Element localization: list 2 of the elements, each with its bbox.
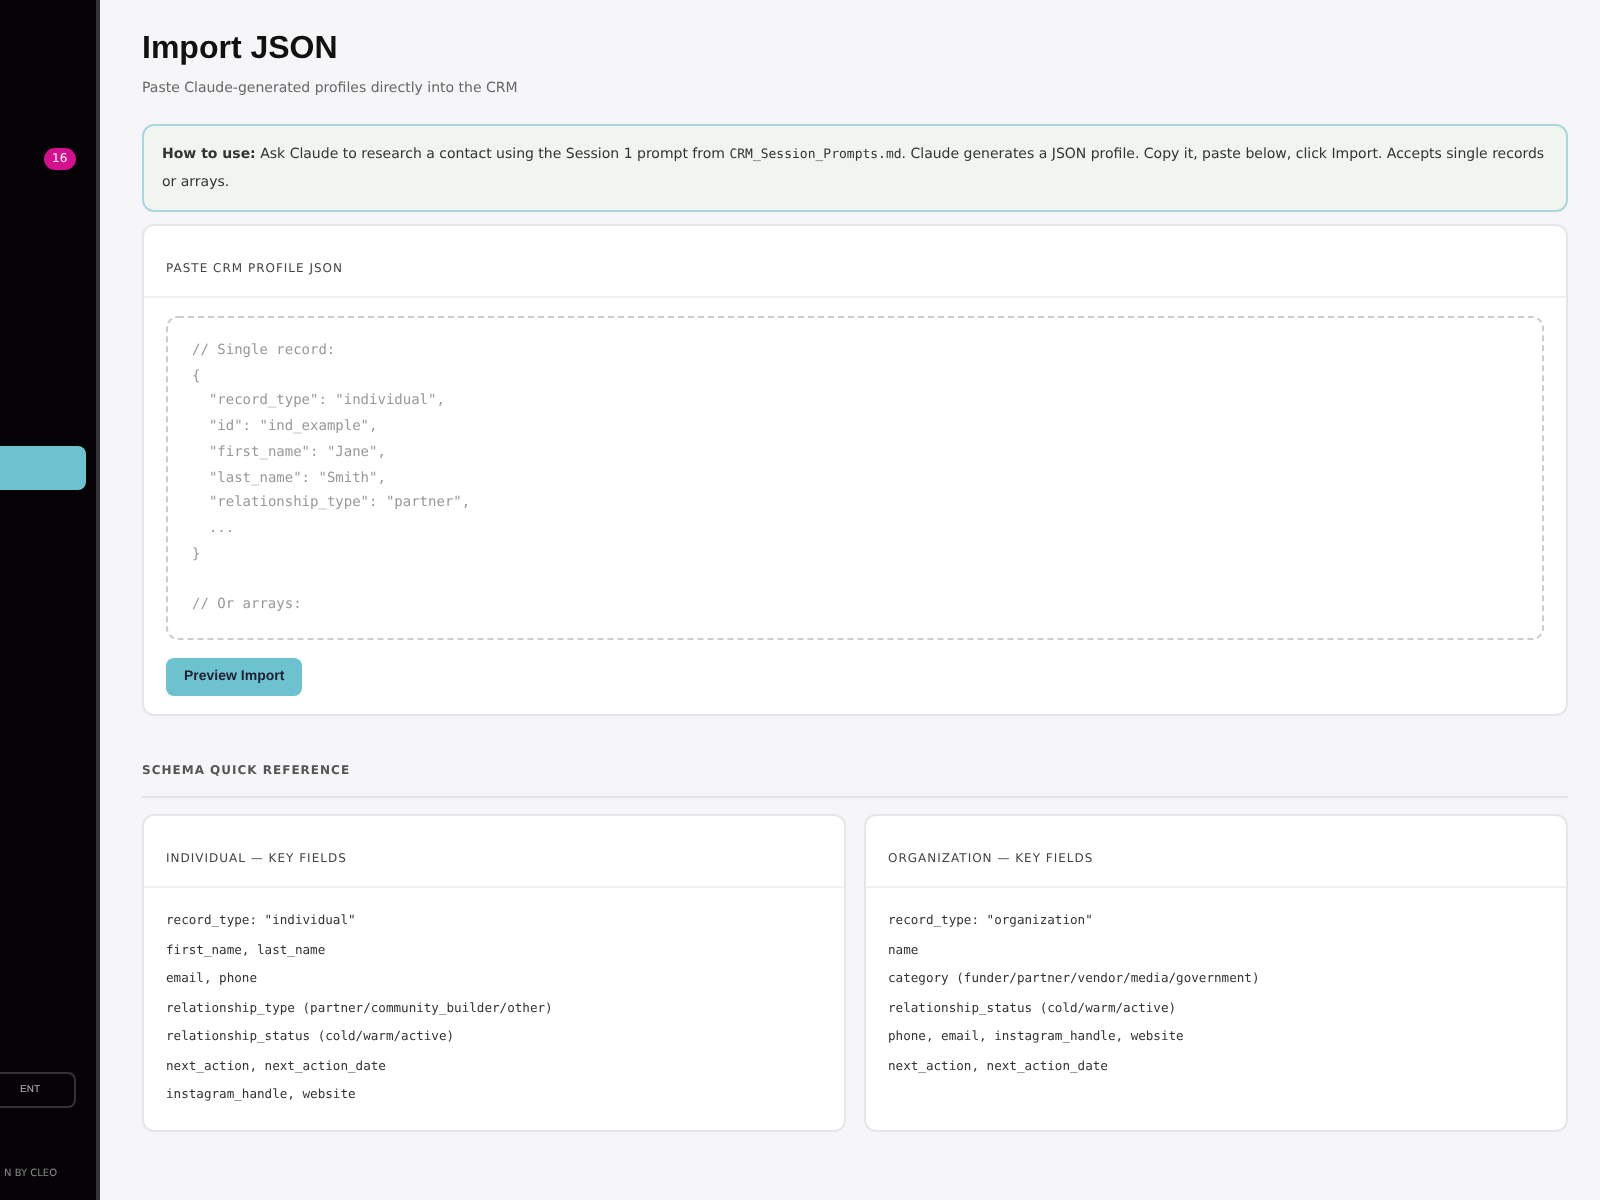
nav-item[interactable] <box>0 446 86 490</box>
page-title: Import JSON <box>142 32 340 68</box>
